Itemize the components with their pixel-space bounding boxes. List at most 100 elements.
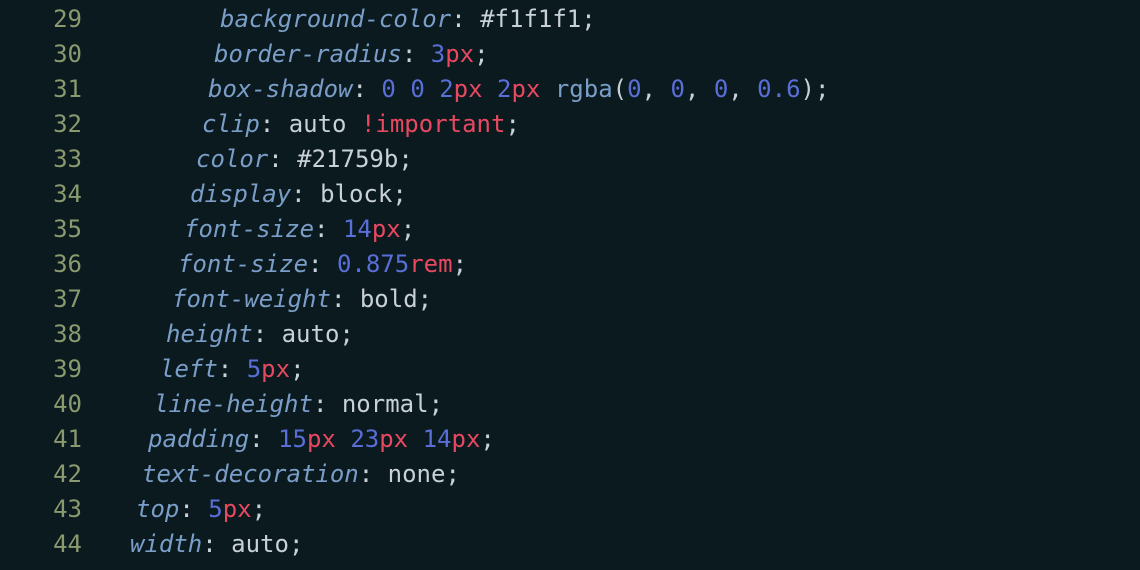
token-unit: px xyxy=(223,495,252,523)
token-semi: ; xyxy=(418,285,432,313)
token-colon: : xyxy=(308,250,337,278)
token-num: 3 xyxy=(431,40,445,68)
token-unit: px xyxy=(452,425,481,453)
token-semi: ; xyxy=(480,425,494,453)
code-line[interactable]: line-height: normal; xyxy=(100,387,1140,422)
token-prop: color xyxy=(196,145,268,173)
code-line[interactable]: border-radius: 3px; xyxy=(100,37,1140,72)
token-num: 0 xyxy=(381,75,395,103)
token-comma: , xyxy=(642,75,671,103)
token-semi: ; xyxy=(453,250,467,278)
token-value xyxy=(336,425,350,453)
token-semi: ; xyxy=(445,460,459,488)
token-colon: : xyxy=(314,215,343,243)
token-colon: : xyxy=(331,285,360,313)
token-num: 2 xyxy=(497,75,511,103)
code-line[interactable]: font-size: 0.875rem; xyxy=(100,247,1140,282)
token-colon: : xyxy=(313,390,342,418)
line-number-gutter: 29303132333435363738394041424344 xyxy=(0,2,100,562)
token-prop: clip xyxy=(202,110,260,138)
token-semi: ; xyxy=(339,320,353,348)
token-prop: padding xyxy=(148,425,249,453)
code-line[interactable]: height: auto; xyxy=(100,317,1140,352)
token-semi: ; xyxy=(815,75,829,103)
token-semi: ; xyxy=(401,215,415,243)
code-line[interactable]: font-weight: bold; xyxy=(100,282,1140,317)
token-semi: ; xyxy=(290,355,304,383)
token-prop: border-radius xyxy=(214,40,402,68)
code-line[interactable]: width: auto; xyxy=(100,527,1140,562)
token-prop: left xyxy=(160,355,218,383)
token-colon: : xyxy=(353,75,382,103)
token-semi: ; xyxy=(429,390,443,418)
code-line[interactable]: background-color: #f1f1f1; xyxy=(100,2,1140,37)
token-num: 0 xyxy=(714,75,728,103)
line-number: 30 xyxy=(0,37,82,72)
token-colon: : xyxy=(253,320,282,348)
token-colon: : xyxy=(202,530,231,558)
token-num: 5 xyxy=(208,495,222,523)
token-colon: : xyxy=(218,355,247,383)
token-semi: ; xyxy=(289,530,303,558)
line-number: 35 xyxy=(0,212,82,247)
token-value: bold xyxy=(360,285,418,313)
token-num: 15 xyxy=(278,425,307,453)
token-semi: ; xyxy=(398,145,412,173)
token-prop: width xyxy=(130,530,202,558)
code-line[interactable]: box-shadow: 0 0 2px 2px rgba(0, 0, 0, 0.… xyxy=(100,72,1140,107)
token-comma: , xyxy=(728,75,757,103)
token-value xyxy=(408,425,422,453)
token-num: 14 xyxy=(423,425,452,453)
line-number: 29 xyxy=(0,2,82,37)
token-prop: line-height xyxy=(154,390,313,418)
token-num: 0.875 xyxy=(337,250,409,278)
token-value xyxy=(540,75,554,103)
line-number: 32 xyxy=(0,107,82,142)
token-comma: , xyxy=(685,75,714,103)
token-colon: : xyxy=(260,110,289,138)
token-prop: font-size xyxy=(184,215,314,243)
code-line[interactable]: display: block; xyxy=(100,177,1140,212)
token-unit: px xyxy=(307,425,336,453)
code-line[interactable]: color: #21759b; xyxy=(100,142,1140,177)
token-num: 0 xyxy=(670,75,684,103)
token-value: normal xyxy=(342,390,429,418)
line-number: 40 xyxy=(0,387,82,422)
token-num: 2 xyxy=(439,75,453,103)
line-number: 44 xyxy=(0,527,82,562)
token-value: block xyxy=(320,180,392,208)
token-value: none xyxy=(388,460,446,488)
code-line[interactable]: top: 5px; xyxy=(100,492,1140,527)
token-colon: : xyxy=(451,5,480,33)
token-num: 14 xyxy=(343,215,372,243)
line-number: 34 xyxy=(0,177,82,212)
code-area[interactable]: background-color: #f1f1f1;border-radius:… xyxy=(100,2,1140,562)
token-value: auto xyxy=(231,530,289,558)
code-line[interactable]: font-size: 14px; xyxy=(100,212,1140,247)
code-line[interactable]: text-decoration: none; xyxy=(100,457,1140,492)
token-value xyxy=(396,75,410,103)
token-colon: : xyxy=(179,495,208,523)
token-num: 5 xyxy=(247,355,261,383)
token-hex: #21759b xyxy=(297,145,398,173)
token-value xyxy=(483,75,497,103)
token-prop: font-weight xyxy=(172,285,331,313)
token-num: 0 xyxy=(410,75,424,103)
token-unit: px xyxy=(454,75,483,103)
token-semi: ; xyxy=(581,5,595,33)
code-line[interactable]: clip: auto !important; xyxy=(100,107,1140,142)
token-func: rgba xyxy=(555,75,613,103)
token-value: auto xyxy=(289,110,361,138)
token-colon: : xyxy=(268,145,297,173)
token-prop: height xyxy=(166,320,253,348)
code-editor[interactable]: 29303132333435363738394041424344 backgro… xyxy=(0,2,1140,562)
token-prop: top xyxy=(136,495,179,523)
token-prop: box-shadow xyxy=(208,75,353,103)
token-num: 0 xyxy=(627,75,641,103)
token-colon: : xyxy=(359,460,388,488)
code-line[interactable]: padding: 15px 23px 14px; xyxy=(100,422,1140,457)
code-line[interactable]: left: 5px; xyxy=(100,352,1140,387)
token-colon: : xyxy=(402,40,431,68)
token-colon: : xyxy=(291,180,320,208)
token-prop: display xyxy=(190,180,291,208)
